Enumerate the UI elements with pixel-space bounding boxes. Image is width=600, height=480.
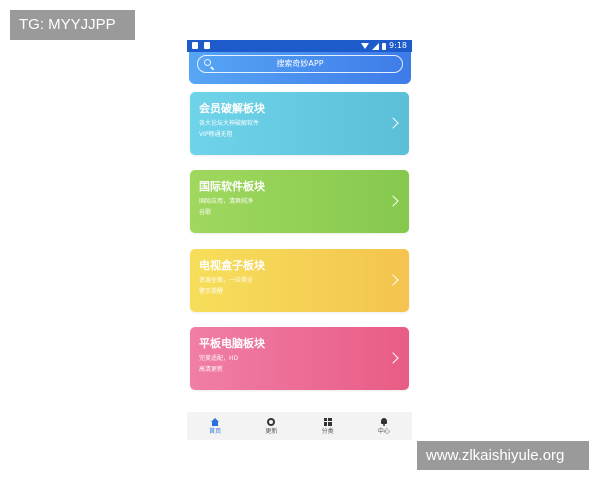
card-desc-line1: 完美适配，HD: [199, 355, 239, 362]
tab-center[interactable]: 中心: [356, 412, 412, 440]
page: TG: MYYJJPP 9:18 搜索奇妙APP 会员破解板块 各大论坛大神破解…: [0, 0, 600, 480]
card-desc-line2: 谷歌: [199, 209, 212, 216]
card-desc-line1: 资源全面，一应俱全: [199, 277, 254, 284]
update-icon: [267, 417, 276, 426]
tab-label: 中心: [377, 427, 390, 435]
wifi-icon: [361, 43, 370, 49]
tab-label: 首页: [209, 427, 222, 435]
watermark-top: TG: MYYJJPP: [10, 10, 135, 40]
card-membership[interactable]: 会员破解板块 各大论坛大神破解软件 VIP畅通无阻: [190, 92, 409, 155]
signal-icon: [372, 42, 380, 50]
watermark-bottom: www.zlkaishiyule.org: [417, 441, 589, 470]
search-bar[interactable]: 搜索奇妙APP: [197, 55, 403, 73]
card-desc-line1: 国际应用，清爽纯净: [199, 198, 254, 205]
card-desc-line2: 高清更新: [199, 366, 224, 373]
card-tv-box[interactable]: 电视盒子板块 资源全面，一应俱全 警示提醒: [190, 249, 409, 312]
battery-icon: [382, 42, 387, 50]
tab-category[interactable]: 分类: [300, 412, 356, 440]
tab-label: 分类: [321, 427, 334, 435]
search-placeholder: 搜索奇妙APP: [276, 59, 324, 68]
notification-icon: [192, 42, 198, 49]
phone-screen: 9:18 搜索奇妙APP 会员破解板块 各大论坛大神破解软件 VIP畅通无阻 国…: [187, 40, 412, 440]
card-title: 会员破解板块: [199, 102, 265, 115]
notification-icon: [204, 42, 210, 49]
bell-icon: [380, 417, 388, 426]
card-tablet[interactable]: 平板电脑板块 完美适配，HD 高清更新: [190, 327, 409, 390]
card-desc-line2: VIP畅通无阻: [199, 131, 233, 138]
home-icon: [210, 417, 220, 426]
status-bar: 9:18: [187, 40, 412, 52]
card-title: 电视盒子板块: [199, 259, 265, 272]
card-title: 国际软件板块: [199, 180, 265, 193]
bottom-tab-bar: 首页 更新 分类 中心: [187, 412, 412, 440]
tab-label: 更新: [265, 427, 278, 435]
chevron-right-icon: [387, 352, 399, 364]
card-desc-line1: 各大论坛大神破解软件: [199, 120, 260, 127]
tab-update[interactable]: 更新: [243, 412, 299, 440]
card-title: 平板电脑板块: [199, 337, 265, 350]
chevron-right-icon: [387, 274, 399, 286]
grid-icon: [323, 417, 332, 426]
card-desc-line2: 警示提醒: [199, 288, 224, 295]
chevron-right-icon: [387, 117, 399, 129]
header: 搜索奇妙APP: [189, 52, 411, 84]
tab-home[interactable]: 首页: [187, 412, 243, 440]
chevron-right-icon: [387, 195, 399, 207]
status-time: 9:18: [389, 41, 407, 50]
card-international[interactable]: 国际软件板块 国际应用，清爽纯净 谷歌: [190, 170, 409, 233]
